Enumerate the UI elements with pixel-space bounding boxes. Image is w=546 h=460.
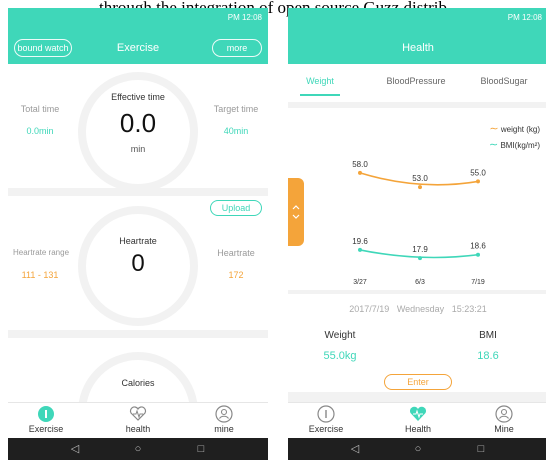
data-label-1-0: 19.6 — [352, 237, 368, 246]
x-tick-label-0: 3/27 — [353, 279, 367, 286]
data-label-0-1: 53.0 — [412, 174, 428, 183]
enter-button[interactable]: Enter — [384, 374, 452, 390]
data-label-0-2: 55.0 — [470, 168, 486, 177]
data-label-0-0: 58.0 — [352, 160, 368, 169]
data-label-1-2: 18.6 — [470, 242, 486, 251]
page-title: Health — [402, 42, 434, 54]
effective-time-card: Effective time 0.0 min Total time 0.0min… — [8, 64, 268, 192]
heartrate-card: Upload Heartrate 0 Heartrate range 111 -… — [8, 196, 268, 330]
record-card: 2017/7/19 Wednesday 15:23:21 Weight 55.0… — [288, 294, 546, 392]
tab-weight[interactable]: Weight — [288, 76, 360, 86]
chart-plot: 58.0 53.0 55.0 19.6 17.9 18.6 3/27 6/3 7/19 — [352, 160, 486, 286]
tab-mine[interactable]: Mine — [474, 405, 534, 434]
heartrate-range-value: 111 - 131 — [21, 270, 59, 280]
data-point-0-1 — [418, 185, 422, 190]
bottom-tab-bar: Exercise Health Mine — [288, 402, 546, 438]
tab-mine[interactable]: mine — [194, 405, 254, 434]
bottom-tab-bar: Exercise health mine — [8, 402, 268, 438]
app-header: bound watch Exercise more — [8, 32, 268, 64]
tab-exercise-label: Exercise — [308, 424, 344, 434]
recents-icon[interactable]: □ — [194, 443, 208, 455]
data-point-1-1 — [418, 256, 422, 261]
weight-value: 55.0kg — [323, 350, 357, 362]
tab-mine-label: mine — [214, 424, 234, 434]
tab-health[interactable]: Health — [388, 405, 448, 434]
user-icon — [495, 405, 513, 423]
back-icon[interactable]: ◁ — [348, 443, 362, 455]
drawer-arrow-icon — [292, 205, 300, 219]
heartrate-max-value: 172 — [228, 270, 244, 280]
x-tick-label-2: 7/19 — [471, 279, 485, 286]
data-point-1-0 — [358, 247, 362, 252]
status-bar: PM 12:08 — [8, 8, 268, 32]
heartrate-label: Heartrate — [119, 236, 157, 246]
status-bar: PM 12:08 — [288, 8, 546, 32]
calories-label: Calories — [121, 378, 155, 388]
tab-health-label: Health — [404, 424, 431, 434]
weight-chart: ∼ weight (kg) ∼ BMI(kg/m²) 58.0 53.0 55.0 1… — [288, 108, 546, 290]
system-nav-bar: ◁ ○ □ — [8, 438, 268, 460]
recents-icon[interactable]: □ — [474, 443, 488, 455]
health-subtabs: Weight BloodPressure BloodSugar — [288, 64, 546, 102]
exercise-icon — [317, 405, 335, 423]
record-datetime: 2017/7/19 Wednesday 15:23:21 — [288, 304, 546, 314]
back-icon[interactable]: ◁ — [68, 443, 82, 455]
system-nav-bar: ◁ ○ □ — [288, 438, 546, 460]
home-icon[interactable]: ○ — [411, 443, 425, 455]
tab-mine-label: Mine — [494, 424, 514, 434]
total-time-label: Total time — [20, 104, 60, 114]
bmi-value: 18.6 — [477, 350, 499, 362]
weight-label: Weight — [324, 330, 356, 341]
record-date: 2017/7/19 — [349, 304, 390, 314]
home-icon[interactable]: ○ — [131, 443, 145, 455]
status-time: PM 12:08 — [227, 13, 262, 22]
heartrate-value: 0 — [131, 250, 145, 277]
tab-health[interactable]: health — [108, 405, 168, 434]
effective-time-unit: min — [130, 144, 146, 154]
bmi-label: BMI — [479, 330, 497, 341]
more-button[interactable]: more — [212, 39, 262, 57]
record-weekday: Wednesday — [396, 304, 445, 314]
upload-button[interactable]: Upload — [210, 200, 262, 216]
exercise-screen: PM 12:08 bound watch Exercise more Effec… — [8, 8, 268, 460]
tab-blood-pressure[interactable]: BloodPressure — [376, 76, 456, 86]
effective-time-value: 0.0 — [119, 108, 157, 138]
tab-health-label: health — [125, 424, 151, 434]
tab-exercise[interactable]: Exercise — [16, 405, 76, 434]
x-tick-label-1: 6/3 — [415, 279, 425, 286]
data-point-1-2 — [476, 252, 480, 257]
heart-icon — [410, 406, 426, 421]
data-point-0-2 — [476, 179, 480, 184]
calories-ring — [78, 352, 198, 402]
tab-exercise[interactable]: Exercise — [296, 405, 356, 434]
calories-card: Calories — [8, 338, 268, 402]
heart-icon — [129, 406, 147, 421]
drawer-handle[interactable] — [288, 178, 304, 246]
target-time-value: 40min — [223, 126, 249, 136]
effective-time-label: Effective time — [111, 92, 165, 102]
data-label-1-1: 17.9 — [412, 245, 428, 254]
app-header: Health — [288, 32, 546, 64]
total-time-value: 0.0min — [26, 126, 54, 136]
tab-exercise-label: Exercise — [28, 424, 64, 434]
active-tab-indicator — [300, 94, 340, 96]
tab-blood-sugar[interactable]: BloodSugar — [464, 76, 544, 86]
target-time-label: Target time — [213, 104, 259, 114]
heartrate-max-label: Heartrate — [217, 248, 255, 258]
record-time: 15:23:21 — [451, 304, 487, 314]
health-screen: PM 12:08 Health Weight BloodPressure Blo… — [288, 8, 546, 460]
exercise-icon — [38, 406, 54, 422]
user-icon — [215, 405, 233, 423]
data-point-0-0 — [358, 170, 362, 175]
heartrate-range-label: Heartrate range — [12, 248, 70, 257]
status-time: PM 12:08 — [507, 13, 542, 22]
